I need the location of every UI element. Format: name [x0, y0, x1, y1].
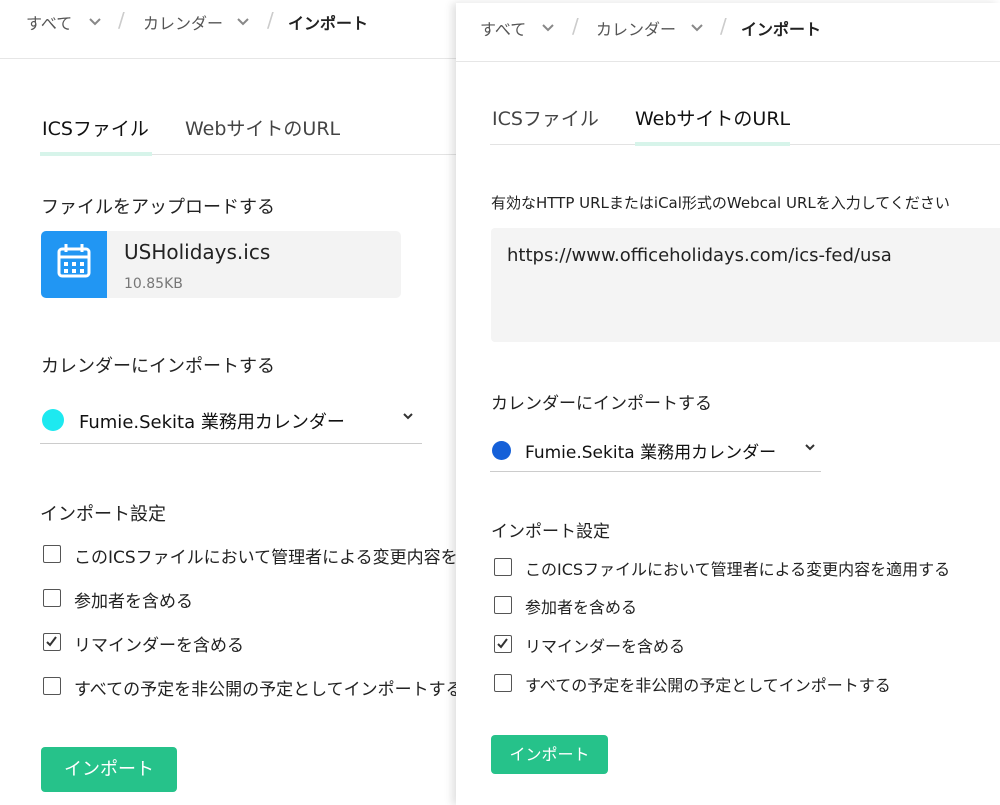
option-include-reminders-label: リマインダーを含める — [525, 637, 686, 656]
chevron-down-icon — [805, 444, 815, 451]
option-import-private-checkbox[interactable] — [43, 677, 61, 695]
option-include-reminders-label: リマインダーを含める — [74, 636, 244, 656]
option-import-private-label: すべての予定を非公開の予定としてインポートする — [525, 676, 891, 695]
import-to-heading: カレンダーにインポートする — [41, 356, 275, 377]
chevron-down-icon[interactable] — [690, 23, 704, 33]
chevron-down-icon — [403, 413, 413, 420]
chevron-down-icon[interactable] — [541, 23, 555, 33]
option-include-reminders-checkbox[interactable] — [43, 633, 61, 651]
calendar-color-dot — [42, 409, 64, 431]
breadcrumb-all[interactable]: すべて — [26, 10, 72, 34]
calendar-file-icon — [41, 231, 107, 298]
breadcrumb-separator: / — [572, 14, 579, 38]
option-include-attendees-label: 参加者を含める — [74, 592, 193, 612]
tab-active-indicator — [635, 142, 790, 146]
import-settings-heading: インポート設定 — [40, 504, 166, 525]
chevron-down-icon[interactable] — [88, 17, 102, 27]
file-name: USHolidays.ics — [124, 240, 271, 264]
breadcrumb-calendar[interactable]: カレンダー — [596, 16, 676, 40]
breadcrumb-separator: / — [720, 14, 727, 38]
chevron-down-icon[interactable] — [236, 17, 250, 27]
checkmark-icon — [497, 638, 508, 649]
tab-website-url[interactable]: WebサイトのURL — [185, 114, 340, 151]
option-include-attendees-checkbox[interactable] — [494, 596, 512, 614]
option-apply-admin-changes-checkbox[interactable] — [43, 545, 61, 563]
calendar-color-dot — [492, 441, 511, 460]
breadcrumb-calendar[interactable]: カレンダー — [143, 10, 223, 34]
breadcrumb-separator: / — [118, 8, 125, 32]
upload-heading: ファイルをアップロードする — [41, 197, 275, 218]
breadcrumb: すべて / カレンダー / インポート — [0, 0, 460, 59]
breadcrumb-current: インポート — [288, 14, 369, 33]
file-size: 10.85KB — [124, 276, 183, 292]
option-include-attendees-label: 参加者を含める — [525, 598, 638, 617]
calendar-name: Fumie.Sekita 業務用カレンダー — [525, 443, 777, 463]
breadcrumb-separator: / — [267, 8, 274, 32]
breadcrumb: すべて / カレンダー / インポート — [456, 3, 1000, 62]
import-settings-heading: インポート設定 — [491, 522, 610, 542]
calendar-name: Fumie.Sekita 業務用カレンダー — [79, 412, 345, 433]
uploaded-file-card[interactable]: USHolidays.ics 10.85KB — [41, 231, 401, 298]
import-button[interactable]: インポート — [41, 747, 177, 792]
checkmark-icon — [46, 636, 57, 647]
tab-website-url[interactable]: WebサイトのURL — [635, 104, 790, 141]
url-input[interactable]: https://www.officeholidays.com/ics-fed/u… — [491, 228, 1000, 342]
tab-active-indicator — [40, 152, 152, 156]
option-apply-admin-changes-checkbox[interactable] — [494, 558, 512, 576]
option-import-private-label: すべての予定を非公開の予定としてインポートする — [74, 680, 460, 700]
option-include-attendees-checkbox[interactable] — [43, 589, 61, 607]
right-import-panel: すべて / カレンダー / インポート ICSファイル WebサイトのURL 有… — [456, 3, 1000, 805]
import-button[interactable]: インポート — [491, 735, 608, 774]
tab-ics-file[interactable]: ICSファイル — [492, 104, 599, 141]
url-input-value: https://www.officeholidays.com/ics-fed/u… — [507, 245, 892, 266]
import-to-heading: カレンダーにインポートする — [491, 394, 712, 414]
calendar-select[interactable]: Fumie.Sekita 業務用カレンダー — [40, 400, 422, 444]
option-apply-admin-changes-label: このICSファイルにおいて管理者による変更内容を適用する — [525, 560, 951, 579]
breadcrumb-current: インポート — [741, 20, 822, 39]
option-apply-admin-changes-label: このICSファイルにおいて管理者による変更内容を適用する — [74, 548, 460, 568]
breadcrumb-all[interactable]: すべて — [480, 16, 526, 40]
option-include-reminders-checkbox[interactable] — [494, 635, 512, 653]
tab-ics-file[interactable]: ICSファイル — [42, 114, 149, 151]
option-import-private-checkbox[interactable] — [494, 674, 512, 692]
url-hint: 有効なHTTP URLまたはiCal形式のWebcal URLを入力してください — [491, 194, 950, 212]
calendar-select[interactable]: Fumie.Sekita 業務用カレンダー — [490, 433, 821, 472]
left-import-panel: すべて / カレンダー / インポート ICSファイル WebサイトのURL フ… — [0, 0, 460, 805]
